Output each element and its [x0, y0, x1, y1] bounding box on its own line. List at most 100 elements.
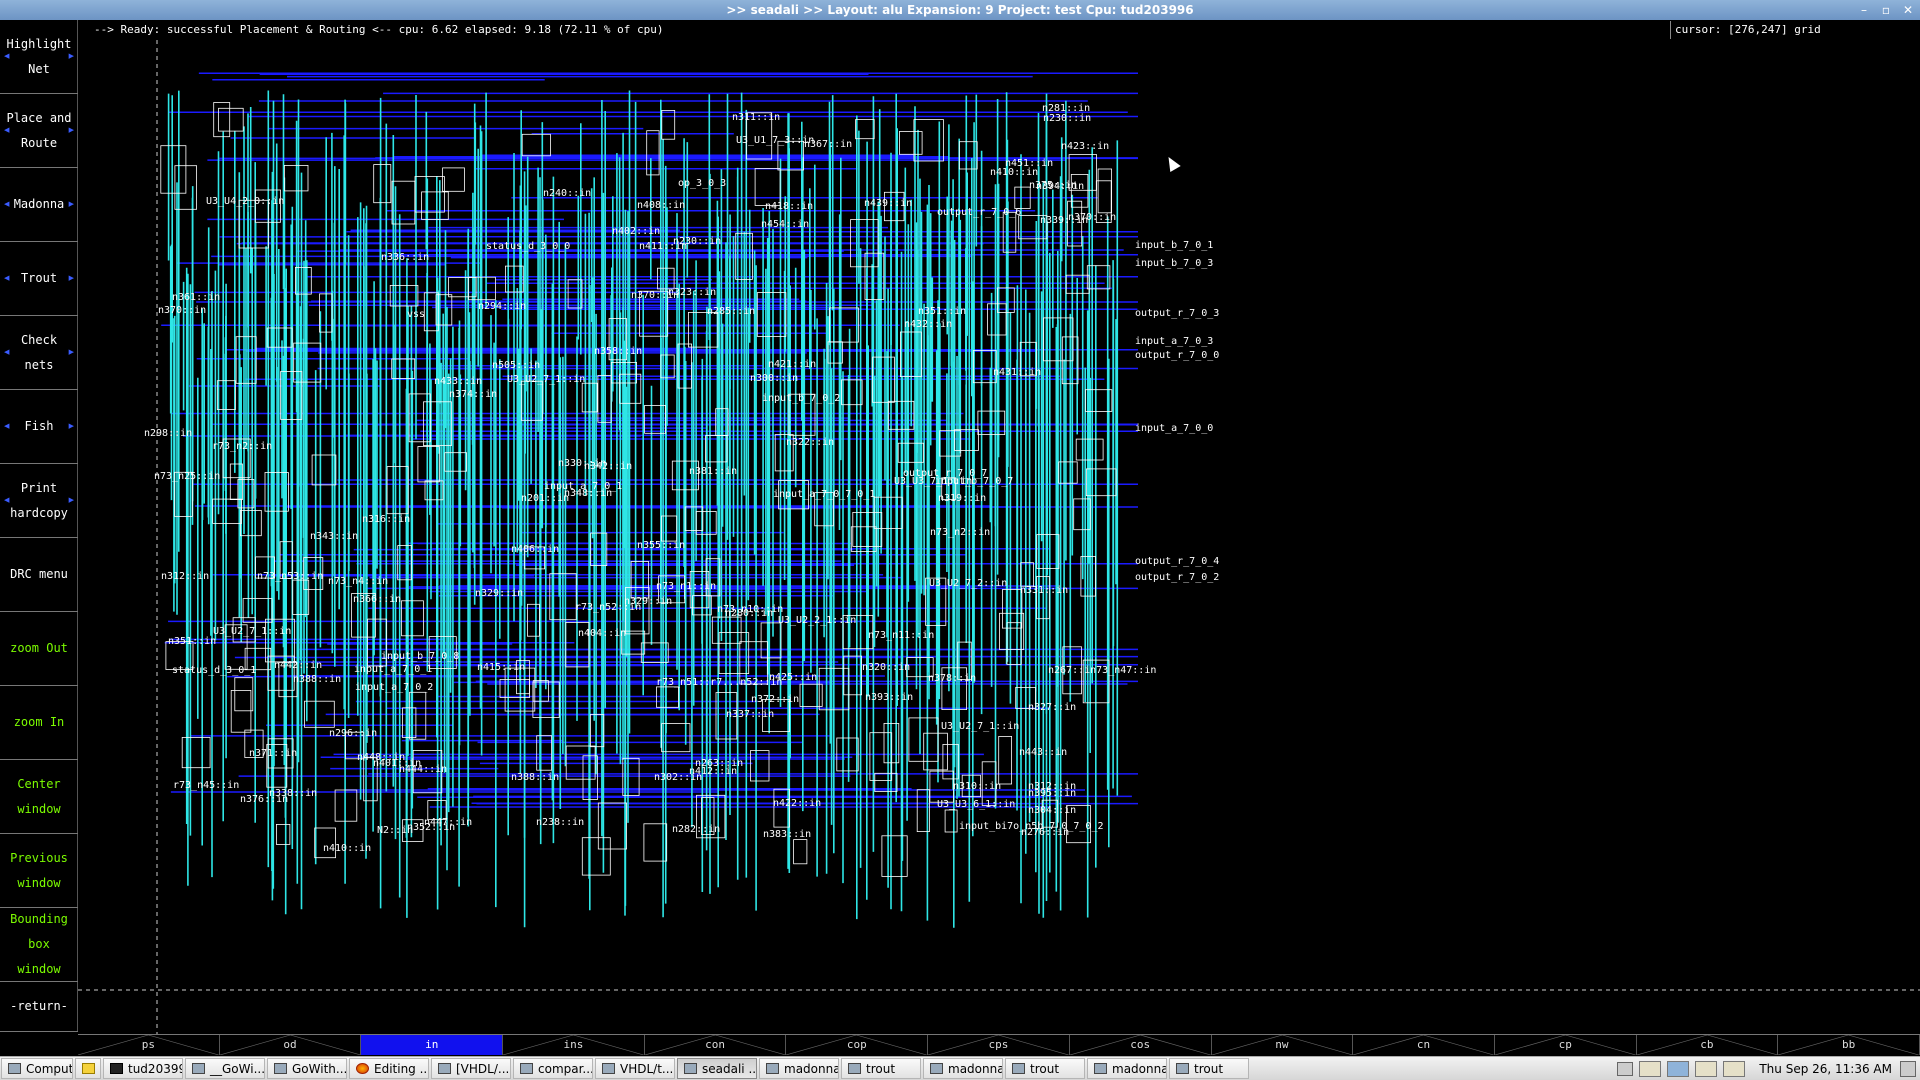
layer-tab-bb[interactable]: bb	[1778, 1035, 1920, 1055]
net-label: U3_U3_7_1::in	[894, 476, 973, 487]
close-icon[interactable]: ✕	[1902, 0, 1914, 20]
cell-outline	[841, 379, 863, 406]
workspace-1[interactable]	[1639, 1060, 1662, 1077]
layer-tab-cos[interactable]: cos	[1069, 1035, 1212, 1055]
taskbar-item[interactable]: tud203996	[103, 1058, 183, 1079]
taskbar-item[interactable]	[75, 1058, 101, 1079]
taskbar-item[interactable]: trout	[1005, 1058, 1085, 1079]
layer-tab-cp[interactable]: cp	[1494, 1035, 1637, 1055]
menu-button-placeand-route[interactable]: Place and Route ◀ ▶	[0, 94, 78, 168]
net-label: U3_U2_7_1::in	[507, 374, 586, 385]
menu-button-madonna[interactable]: Madonna ◀ ▶	[0, 168, 78, 242]
net-label: n408::in	[637, 200, 686, 211]
taskbar-item[interactable]: [VHDL/...	[431, 1058, 511, 1079]
io-terminal-label: input_a_7_0_3	[1135, 336, 1214, 347]
net-label: n280::in	[725, 608, 774, 619]
net-label: n421::in	[768, 359, 817, 370]
taskbar-item[interactable]: compar...	[513, 1058, 593, 1079]
layer-tabs: ps od in ins con cop cps cos nw cn cp cb bb	[78, 1034, 1920, 1055]
taskbar-item[interactable]: GoWith...	[267, 1058, 347, 1079]
taskbar-item[interactable]: Editing ...	[349, 1058, 429, 1079]
menu-button-highlight-net[interactable]: Highlight Net ◀ ▶	[0, 20, 78, 94]
menu-button-label: Madonna	[13, 197, 65, 211]
net-label: n388::in	[511, 772, 560, 783]
net-label: n337::in	[726, 709, 775, 720]
minimize-icon[interactable]: –	[1858, 0, 1870, 20]
workspace-4[interactable]	[1723, 1060, 1746, 1077]
tray-app-icon[interactable]	[1900, 1060, 1916, 1077]
layer-tab-cop[interactable]: cop	[786, 1035, 929, 1055]
net-label: n361::in	[172, 292, 221, 303]
net-label: U3_U3_6_1::in	[937, 799, 1016, 810]
layer-tab-od[interactable]: od	[219, 1035, 362, 1055]
taskbar-item[interactable]: __GoWi...	[185, 1058, 265, 1079]
menu-button-check-nets[interactable]: Check nets ◀ ▶	[0, 316, 78, 390]
cell-outline	[640, 642, 669, 663]
cell-outline	[999, 612, 1025, 650]
net-label: n351::in	[918, 306, 967, 317]
menu-button-label: Highlight Net	[6, 36, 72, 76]
net-label: n311::in	[732, 112, 781, 123]
net-label: n331::in	[1020, 585, 1069, 596]
taskbar-item-label: trout	[1194, 1061, 1224, 1076]
menu-marker-icon: ▶	[68, 495, 74, 505]
net-label: n454::in	[761, 219, 810, 230]
menu-button-previous-window[interactable]: Previous window	[0, 834, 78, 908]
net-label: n240::in	[543, 188, 592, 199]
taskbar: Computer tud203996 __GoWi... GoWith... Editi…	[0, 1056, 1920, 1080]
cursor-readout: cursor: [276,247] grid	[1670, 21, 1920, 39]
net-label: r73_n45::in	[173, 780, 240, 791]
taskbar-item[interactable]: madonna	[1087, 1058, 1167, 1079]
layer-tab-cn[interactable]: cn	[1353, 1035, 1495, 1055]
net-label: n352::in	[407, 822, 456, 833]
net-label: input_a_7_0_1	[354, 664, 433, 675]
taskbar-item[interactable]: seadali ...	[677, 1058, 757, 1079]
menu-button-zoomin[interactable]: zoom In	[0, 686, 78, 760]
layer-tab-cps[interactable]: cps	[928, 1035, 1070, 1055]
clock[interactable]: Thu Sep 26, 11:36 AM	[1751, 1062, 1900, 1076]
note-icon	[82, 1063, 95, 1074]
net-label: n358::in	[594, 346, 643, 357]
net-label: n327::in	[1028, 702, 1077, 713]
net-label: n302::in	[654, 772, 703, 783]
taskbar-item-label: madonna	[1112, 1061, 1167, 1076]
layer-tab-nw[interactable]: nw	[1211, 1035, 1354, 1055]
menu-button--return-[interactable]: -return-	[0, 982, 78, 1032]
layer-tab-con[interactable]: con	[644, 1035, 787, 1055]
taskbar-item[interactable]: madonna	[923, 1058, 1003, 1079]
menu-button-print-hardcopy[interactable]: Print hardcopy ◀ ▶	[0, 464, 78, 538]
menu-button-center-window[interactable]: Center window	[0, 760, 78, 834]
layer-tab-in[interactable]: in	[361, 1035, 504, 1055]
workspace-2[interactable]	[1667, 1060, 1690, 1077]
volume-icon[interactable]	[1617, 1061, 1634, 1076]
net-label: n312::in	[1028, 781, 1077, 792]
menu-button-drcmenu[interactable]: DRC menu	[0, 538, 78, 612]
menu-button-zoomout[interactable]: zoom Out	[0, 612, 78, 686]
layer-tab-cb[interactable]: cb	[1636, 1035, 1779, 1055]
computer-icon	[8, 1063, 21, 1074]
net-label: n425::in	[769, 672, 818, 683]
maximize-icon[interactable]: ▫	[1880, 0, 1892, 20]
taskbar-item[interactable]: Computer	[1, 1058, 73, 1079]
workspace-3[interactable]	[1695, 1060, 1718, 1077]
layout-canvas[interactable]: r73_n51::r7...n52::in n267::in73_n47::in r…	[78, 40, 1920, 1034]
layer-tab-ins[interactable]: ins	[503, 1035, 645, 1055]
window-titlebar[interactable]: >> seadali >> Layout: alu Expansion: 9 P…	[0, 0, 1920, 20]
taskbar-item-label: __GoWi...	[210, 1061, 265, 1076]
net-label: r73_n51::r7...n52::in	[656, 677, 783, 688]
taskbar-item[interactable]: VHDL/t...	[595, 1058, 675, 1079]
net-label: n342::in	[584, 461, 633, 472]
taskbar-item[interactable]: trout	[841, 1058, 921, 1079]
layer-tab-label: cps	[988, 1038, 1009, 1051]
menu-button-fish[interactable]: Fish ◀ ▶	[0, 390, 78, 464]
menu-button-boundingbox-window[interactable]: Bounding box window	[0, 908, 78, 982]
net-label: n296::in	[329, 728, 378, 739]
taskbar-items: Computer tud203996 __GoWi... GoWith... Editi…	[0, 1058, 1250, 1080]
taskbar-item[interactable]: madonna	[759, 1058, 839, 1079]
layer-tab-ps[interactable]: ps	[78, 1035, 220, 1055]
net-label: U3_U2_2_1::in	[778, 615, 857, 626]
cell-outline	[1006, 622, 1022, 665]
menu-button-trout[interactable]: Trout ◀ ▶	[0, 242, 78, 316]
taskbar-item[interactable]: trout	[1169, 1058, 1249, 1079]
menu-marker-icon: ▶	[68, 51, 74, 61]
